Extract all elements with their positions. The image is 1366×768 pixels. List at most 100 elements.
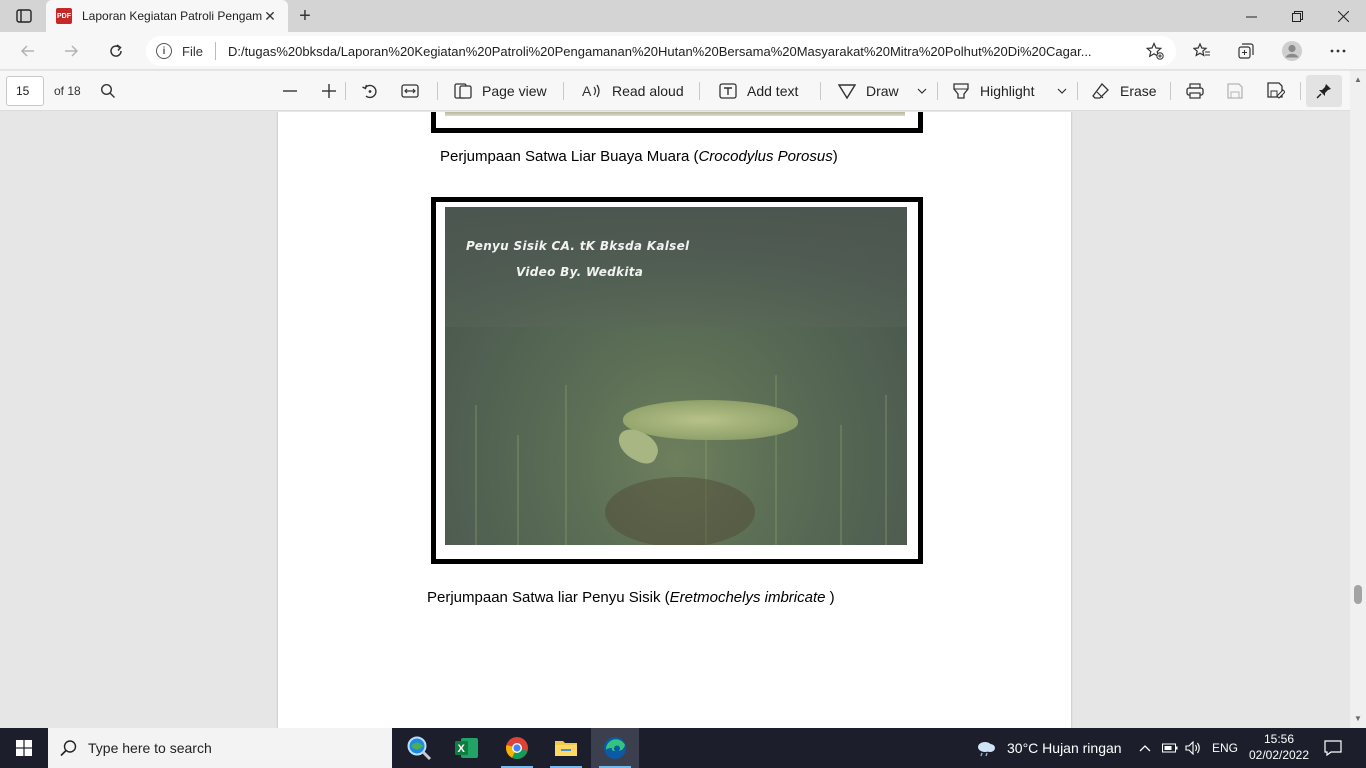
turtle-caption: Perjumpaan Satwa liar Penyu Sisik (Eretm… — [427, 589, 835, 606]
tab-actions-button[interactable] — [8, 5, 40, 27]
taskbar-app-chrome[interactable] — [493, 728, 541, 768]
add-favorite-button[interactable] — [1140, 36, 1170, 66]
find-button[interactable] — [100, 76, 116, 106]
show-hidden-icons-button[interactable] — [1139, 728, 1151, 768]
add-text-icon — [719, 83, 737, 99]
page-total: of 18 — [54, 84, 81, 98]
caption-text: Perjumpaan Satwa Liar Buaya Muara ( — [440, 148, 699, 165]
document-viewer[interactable]: Perjumpaan Satwa Liar Buaya Muara (Croco… — [0, 112, 1350, 728]
pin-toolbar-button[interactable] — [1306, 75, 1342, 107]
hawksbill-turtle — [623, 400, 798, 440]
draw-pen-icon — [838, 84, 856, 100]
highlight-button[interactable]: Highlight — [952, 76, 1034, 106]
chevron-down-icon — [1057, 88, 1067, 94]
profile-button[interactable] — [1277, 36, 1307, 66]
scroll-thumb[interactable] — [1354, 585, 1362, 604]
caption-text: ) — [825, 589, 835, 606]
taskbar-app-file-explorer[interactable] — [542, 728, 590, 768]
svg-text:A: A — [582, 83, 592, 99]
toolbar-divider — [820, 82, 821, 100]
system-clock[interactable]: 15:56 02/02/2022 — [1244, 731, 1314, 763]
folder-icon — [555, 741, 577, 756]
restore-icon — [1291, 10, 1303, 22]
refresh-button[interactable] — [101, 36, 131, 66]
weather-text: 30°C Hujan ringan — [1007, 740, 1122, 756]
address-bar[interactable]: i File D:/tugas%20bksda/Laporan%20Kegiat… — [146, 36, 1176, 66]
toolbar-divider — [1170, 82, 1171, 100]
minimize-button[interactable] — [1228, 0, 1274, 32]
rotate-button[interactable] — [361, 76, 379, 106]
add-text-button[interactable]: Add text — [719, 76, 798, 106]
minimize-icon — [1245, 16, 1257, 17]
input-language[interactable]: ENG — [1212, 728, 1238, 768]
save-as-icon — [1267, 82, 1285, 99]
notifications-button[interactable] — [1324, 728, 1342, 768]
tab-close-icon[interactable]: ✕ — [262, 8, 278, 25]
url-text[interactable]: D:/tugas%20bksda/Laporan%20Kegiatan%20Pa… — [228, 44, 1133, 59]
edge-icon — [604, 737, 626, 759]
excel-icon: X — [455, 738, 478, 758]
scroll-up-arrow-icon[interactable]: ▲ — [1353, 75, 1363, 85]
close-window-button[interactable] — [1320, 0, 1366, 32]
restore-button[interactable] — [1274, 0, 1320, 32]
active-tab[interactable]: PDF Laporan Kegiatan Patroli Pengamanan … — [46, 0, 288, 32]
zoom-out-button[interactable] — [282, 76, 298, 106]
tab-title: Laporan Kegiatan Patroli Pengamanan Huta… — [82, 9, 262, 23]
highlight-options-dropdown[interactable] — [1057, 76, 1067, 106]
page-view-label: Page view — [482, 83, 547, 99]
vertical-scrollbar[interactable]: ▲ ▼ — [1350, 71, 1366, 728]
address-separator — [214, 42, 216, 60]
notification-icon — [1324, 740, 1342, 756]
page-number-input[interactable] — [6, 76, 44, 106]
battery-status[interactable] — [1162, 728, 1178, 768]
favorites-button[interactable] — [1187, 36, 1217, 66]
forward-button[interactable] — [56, 36, 86, 66]
windows-logo-icon — [16, 740, 32, 756]
rotate-icon — [362, 84, 377, 99]
search-icon — [60, 740, 77, 757]
site-info-icon[interactable]: i — [156, 43, 172, 59]
fit-to-width-button[interactable] — [401, 76, 419, 106]
eraser-icon — [1092, 83, 1109, 99]
seagrass — [775, 375, 777, 545]
collections-button[interactable] — [1231, 36, 1261, 66]
scroll-down-arrow-icon[interactable]: ▼ — [1353, 714, 1363, 724]
crocodile-photo — [445, 112, 905, 116]
read-aloud-icon: A — [582, 83, 600, 99]
save-button[interactable] — [1227, 76, 1243, 106]
forward-arrow-icon — [65, 45, 79, 57]
taskbar-app-excel[interactable]: X — [443, 728, 491, 768]
start-button[interactable] — [0, 728, 48, 768]
page-view-button[interactable]: Page view — [454, 76, 547, 106]
save-as-button[interactable] — [1267, 76, 1285, 106]
chrome-icon — [506, 737, 528, 759]
toolbar-divider — [437, 82, 438, 100]
settings-more-button[interactable] — [1323, 36, 1353, 66]
new-tab-button[interactable]: + — [292, 4, 318, 28]
rain-cloud-icon — [978, 742, 995, 757]
back-arrow-icon — [20, 45, 34, 57]
zoom-in-button[interactable] — [321, 76, 337, 106]
taskbar-app-search-tool[interactable] — [395, 728, 443, 768]
minus-icon — [283, 90, 297, 92]
favorites-icon — [1193, 42, 1210, 57]
draw-button[interactable]: Draw — [838, 76, 899, 106]
taskbar-search-box[interactable]: Type here to search — [48, 728, 392, 768]
printer-icon — [1186, 83, 1204, 99]
magnifier-globe-app-icon — [407, 736, 432, 761]
taskbar-app-edge[interactable] — [591, 728, 639, 768]
back-button[interactable] — [13, 36, 43, 66]
toolbar-divider — [937, 82, 938, 100]
volume-control[interactable] — [1185, 728, 1201, 768]
windows-taskbar: Type here to search X 30°C Hujan ringan … — [0, 728, 1366, 768]
print-button[interactable] — [1186, 76, 1204, 106]
chevron-up-icon — [1139, 745, 1151, 752]
seagrass — [565, 385, 567, 545]
erase-button[interactable]: Erase — [1092, 76, 1157, 106]
search-placeholder: Type here to search — [88, 740, 212, 756]
address-scheme: File — [182, 43, 203, 59]
read-aloud-button[interactable]: A Read aloud — [582, 76, 684, 106]
draw-options-dropdown[interactable] — [917, 76, 927, 106]
weather-widget[interactable]: 30°C Hujan ringan — [975, 728, 1122, 768]
species-name: Crocodylus Porosus — [698, 148, 833, 165]
